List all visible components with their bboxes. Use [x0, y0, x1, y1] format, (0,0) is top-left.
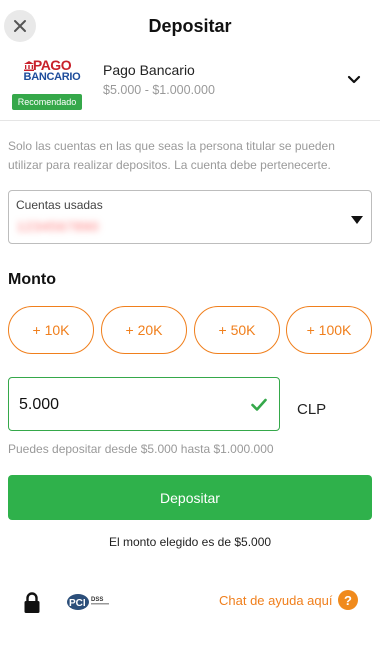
account-info-text: Solo las cuentas en las que seas la pers… — [8, 139, 335, 172]
deposit-button[interactable]: Depositar — [8, 475, 372, 520]
page-title: Depositar — [148, 16, 232, 36]
quick-amount-100k-button[interactable]: + 100K — [286, 306, 372, 354]
payment-method-selector[interactable]: PAGO BANCARIO Recomendado Pago Bancario … — [0, 54, 380, 112]
pci-dss-logo: PCI DSS — [66, 592, 112, 612]
chevron-down-icon[interactable] — [346, 72, 362, 88]
recommended-badge: Recomendado — [12, 94, 82, 110]
pago-bancario-logo: PAGO BANCARIO Recomendado — [12, 58, 82, 110]
amount-range-hint: Puedes depositar desde $5.000 hasta $1.0… — [8, 442, 274, 456]
amount-value: 5.000 — [19, 396, 60, 413]
quick-amount-10k-button[interactable]: + 10K — [8, 306, 94, 354]
check-icon — [251, 398, 267, 411]
bank-icon — [24, 61, 34, 71]
divider — [0, 120, 380, 121]
method-name: Pago Bancario — [103, 62, 195, 78]
header: Depositar — [0, 0, 380, 54]
logo-line2: BANCARIO — [23, 71, 81, 83]
account-select-label: Cuentas usadas — [16, 198, 103, 212]
pci-sub-text: DSS — [91, 597, 103, 603]
quick-amount-20k-button[interactable]: + 20K — [101, 306, 187, 354]
chosen-amount-text: El monto elegido es de $5.000 — [108, 535, 272, 549]
pci-text: PCI — [69, 598, 86, 609]
amount-input[interactable]: 5.000 — [8, 377, 280, 431]
method-range: $5.000 - $1.000.000 — [103, 83, 215, 97]
currency-label: CLP — [297, 401, 327, 418]
lock-icon — [24, 592, 40, 613]
dropdown-arrow-icon — [351, 216, 363, 224]
quick-amount-50k-button[interactable]: + 50K — [194, 306, 280, 354]
help-chat-link[interactable]: Chat de ayuda aquí — [219, 593, 332, 608]
amount-section-label: Monto — [8, 271, 56, 288]
account-select[interactable]: Cuentas usadas 1234567890 — [8, 190, 372, 244]
account-value: 1234567890 — [17, 219, 100, 234]
help-icon[interactable]: ? — [338, 590, 358, 610]
